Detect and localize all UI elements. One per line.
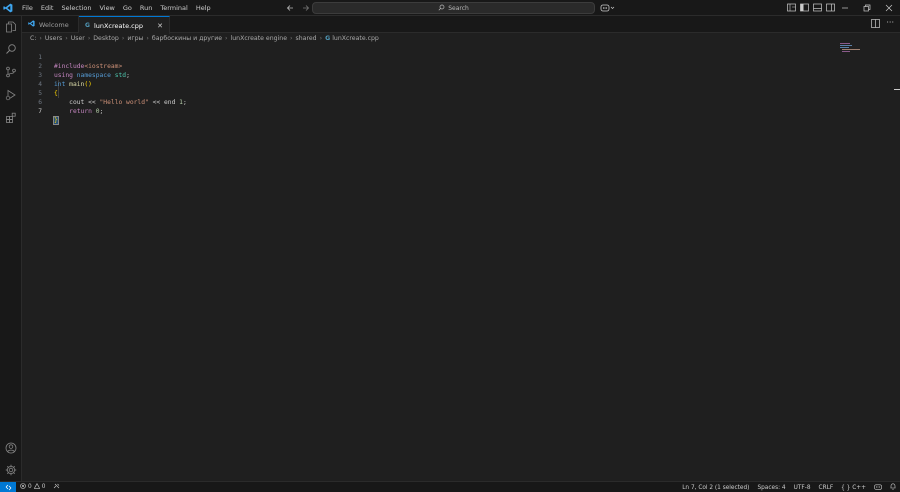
menu-edit[interactable]: Edit [37,0,58,16]
chevron-right-icon: › [121,35,125,42]
code-token: return [69,108,92,115]
menu-file[interactable]: File [18,0,37,16]
back-arrow-icon[interactable] [285,3,295,13]
window-controls [834,0,900,16]
extensions-icon[interactable] [0,107,22,129]
layout-controls [787,3,835,12]
warning-icon [33,482,40,491]
breadcrumb-item[interactable]: lunXcreate.cpp [332,35,379,42]
close-icon[interactable]: ✕ [157,22,163,30]
title-bar: File Edit Selection View Go Run Terminal… [0,0,900,16]
split-editor-icon[interactable] [871,19,881,30]
menu-help[interactable]: Help [192,0,215,16]
cpp-file-icon: G [85,22,90,29]
code-token: ; [99,108,104,115]
toggle-primary-sidebar-icon[interactable] [800,3,809,12]
menu-selection[interactable]: Selection [57,0,95,16]
ports-icon[interactable] [53,483,60,491]
error-count: 0 [28,484,32,490]
notifications-bell-icon[interactable] [890,483,896,492]
remote-indicator-icon[interactable] [0,481,16,492]
restore-icon[interactable] [856,0,878,16]
file-encoding[interactable]: UTF-8 [794,485,811,491]
code-token: } [53,116,59,125]
close-window-icon[interactable] [878,0,900,16]
code-line: 2 using namespace std; [22,53,882,79]
breadcrumb-item[interactable]: Desktop [93,35,119,42]
search-icon [438,4,445,13]
search-label: Search [448,4,469,12]
error-icon [20,483,26,491]
run-debug-icon[interactable] [0,84,22,106]
chevron-right-icon: › [290,35,293,42]
chevron-right-icon: › [146,35,149,42]
breadcrumb-item[interactable]: барбоскины и другие [152,35,222,42]
minimize-icon[interactable] [834,0,856,16]
breadcrumb-item[interactable]: shared [296,35,317,42]
activity-bar [0,16,22,481]
editor-tab-bar: Welcome G lunXcreate.cpp ✕ ··· [22,16,900,34]
forward-arrow-icon[interactable] [301,3,311,13]
chevron-right-icon: › [225,35,228,42]
copilot-status-icon[interactable] [874,484,882,492]
code-editor[interactable]: 1 #include<iostream> 2 using namespace s… [22,44,900,481]
account-icon[interactable] [0,437,22,459]
menu-view[interactable]: View [95,0,118,16]
toggle-panel-icon[interactable] [813,3,822,12]
more-actions-icon[interactable]: ··· [886,19,894,30]
code-line: 5 cout << "Hello world" << end 1; [22,80,882,106]
tab-welcome[interactable]: Welcome [22,16,79,33]
problems-indicator[interactable]: 0 0 [20,482,60,491]
language-mode[interactable]: { } C++ [841,485,866,491]
breadcrumb-item[interactable]: игры [127,35,143,42]
breadcrumb: C: › Users › User › Desktop › игры › бар… [30,33,379,44]
line-number: 7 [38,108,42,115]
code-line: 6 return 0; [22,89,882,115]
menu-go[interactable]: Go [119,0,136,16]
chevron-right-icon: › [87,35,91,42]
minimap[interactable] [840,43,862,53]
copilot-icon[interactable] [600,2,616,14]
braces-icon: { } [841,484,851,491]
chevron-right-icon: › [319,35,323,42]
code-line: 3 int main() [22,62,882,88]
customize-layout-icon[interactable] [787,3,796,12]
command-center-search[interactable]: Search [312,2,595,14]
menu-run[interactable]: Run [136,0,156,16]
breadcrumb-item[interactable]: User [71,35,85,42]
end-of-line[interactable]: CRLF [819,485,834,491]
breadcrumb-item[interactable]: C: [30,35,36,42]
tab-lunxcreate-cpp[interactable]: G lunXcreate.cpp ✕ [79,16,170,34]
breadcrumb-item[interactable]: lunXcreate engine [231,35,288,42]
search-view-icon[interactable] [0,38,22,60]
menu-bar: File Edit Selection View Go Run Terminal… [18,0,215,16]
cursor-position[interactable]: Ln 7, Col 2 (1 selected) [682,485,749,491]
tab-label: lunXcreate.cpp [93,21,143,30]
status-right-items: Ln 7, Col 2 (1 selected) Spaces: 4 UTF-8… [682,482,896,492]
explorer-icon[interactable] [0,16,22,38]
vscode-logo-icon [0,0,16,16]
indentation-setting[interactable]: Spaces: 4 [757,485,785,491]
cpp-file-icon: G [325,35,331,42]
manage-gear-icon[interactable] [0,459,22,481]
status-bar: 0 0 Ln 7, Col 2 (1 selected) Spaces: 4 U… [0,481,900,492]
chevron-right-icon: › [65,35,68,42]
chevron-right-icon: › [39,35,42,42]
code-line: 1 #include<iostream> [22,44,882,70]
code-line: 7 } [22,98,882,125]
warning-count: 0 [41,484,46,490]
breadcrumb-item[interactable]: Users [45,35,62,42]
vscode-tab-icon [28,20,35,29]
navigation-arrows [285,3,311,13]
code-line: 4 { [22,71,882,97]
tab-label: Welcome [39,20,69,29]
scrollbar-cursor-marker [894,89,900,90]
language-label: C++ [852,484,866,491]
menu-terminal[interactable]: Terminal [156,0,191,16]
editor-actions: ··· [871,19,894,30]
source-control-icon[interactable] [0,61,22,83]
